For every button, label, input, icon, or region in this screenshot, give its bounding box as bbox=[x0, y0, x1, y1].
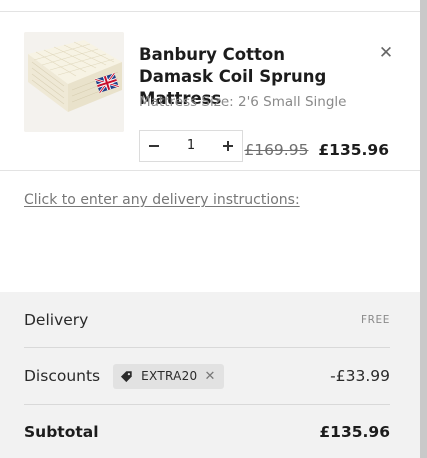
scrollbar[interactable] bbox=[420, 0, 427, 458]
discounts-row: Discounts EXTRA20 ✕ -£33.99 bbox=[24, 348, 390, 405]
discount-code-chip: EXTRA20 ✕ bbox=[113, 363, 224, 389]
original-price: £169.95 bbox=[244, 141, 309, 159]
quantity-input[interactable]: 1 bbox=[168, 131, 214, 161]
discount-code: EXTRA20 bbox=[141, 369, 198, 383]
delivery-instructions-link[interactable]: Click to enter any delivery instructions… bbox=[24, 192, 300, 208]
delivery-label: Delivery bbox=[24, 310, 89, 329]
delivery-row: Delivery FREE bbox=[24, 292, 390, 348]
subtotal-value: £135.96 bbox=[319, 422, 390, 441]
cart-line-item: Banbury Cotton Damask Coil Sprung Mattre… bbox=[0, 12, 420, 171]
tag-icon bbox=[121, 370, 132, 382]
product-image[interactable] bbox=[24, 32, 124, 132]
discount-value: -£33.99 bbox=[330, 367, 390, 385]
price-group: £169.95 £135.96 bbox=[244, 141, 389, 159]
order-summary: Delivery FREE Discounts EXTRA20 ✕ -£33.9… bbox=[0, 292, 420, 458]
plus-icon[interactable] bbox=[214, 131, 242, 161]
close-icon[interactable]: ✕ bbox=[204, 369, 215, 384]
sale-price: £135.96 bbox=[318, 141, 389, 159]
quantity-stepper: 1 bbox=[139, 130, 243, 162]
cart-drawer: Banbury Cotton Damask Coil Sprung Mattre… bbox=[0, 0, 420, 458]
minus-icon[interactable] bbox=[140, 131, 168, 161]
discounts-label: Discounts bbox=[24, 367, 101, 385]
subtotal-label: Subtotal bbox=[24, 422, 99, 441]
subtotal-row: Subtotal £135.96 bbox=[24, 405, 390, 458]
delivery-value: FREE bbox=[360, 313, 390, 326]
product-variant: Mattress Size: 2'6 Small Single bbox=[139, 94, 347, 110]
close-icon[interactable]: ✕ bbox=[378, 45, 394, 62]
